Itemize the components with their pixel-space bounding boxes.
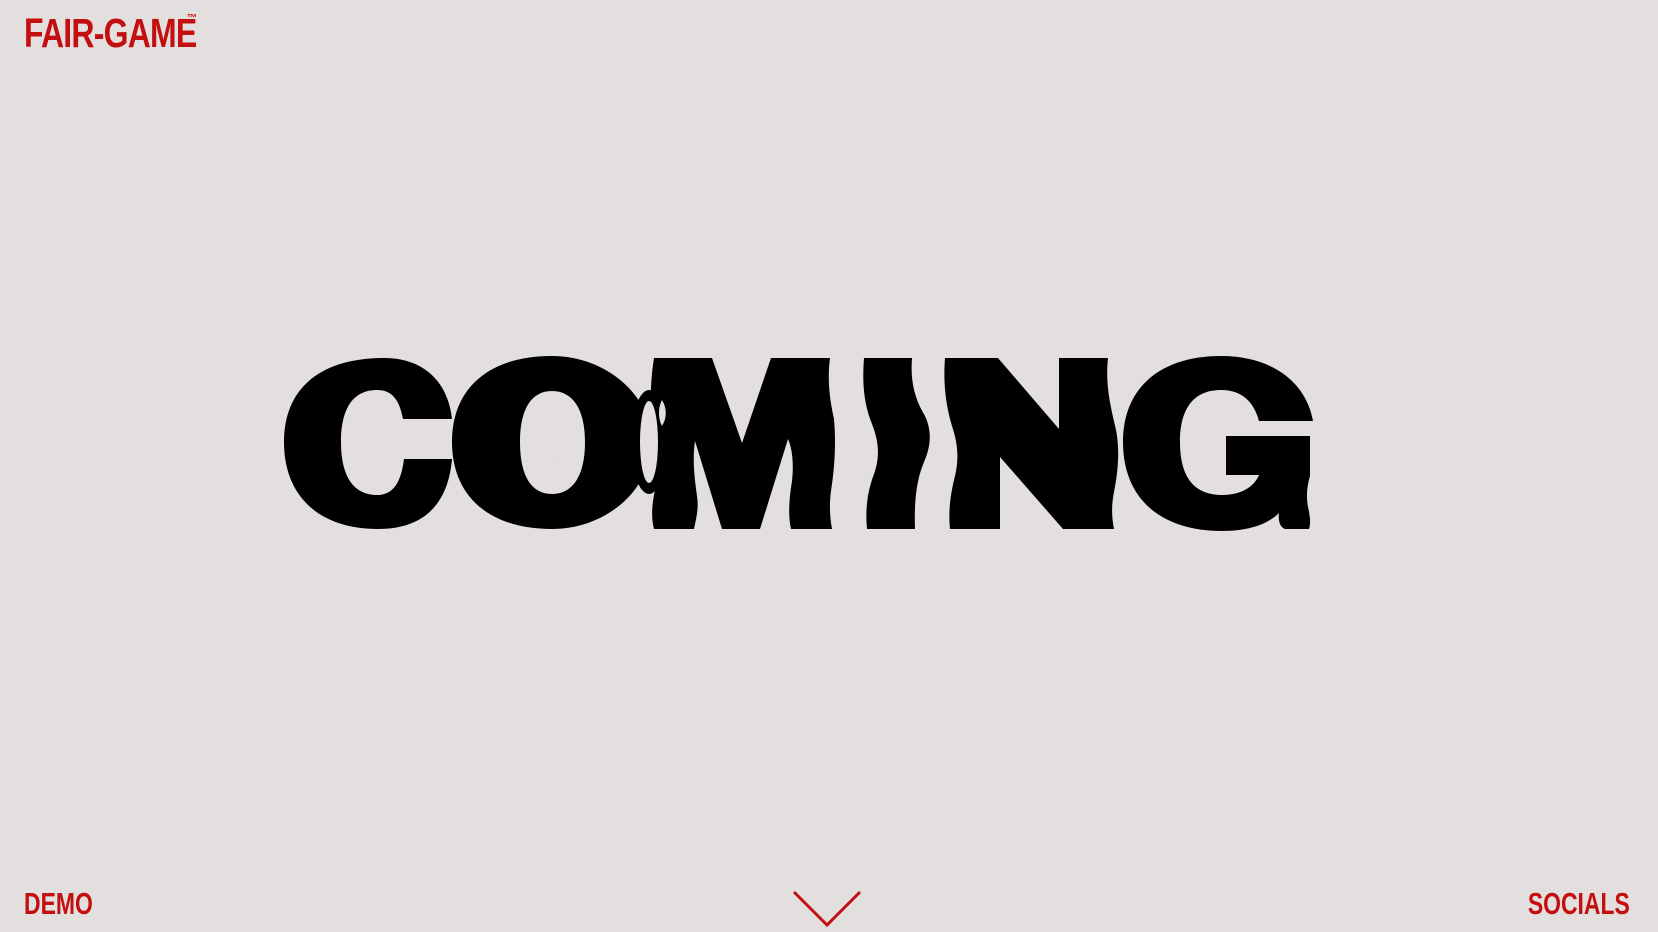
scroll-down-button[interactable] xyxy=(792,890,862,930)
brand-logo-link[interactable]: FAIR-GAME ™ xyxy=(24,12,245,54)
demo-link[interactable]: DEMO xyxy=(24,886,117,922)
chevron-down-icon xyxy=(792,890,862,928)
hero-section xyxy=(0,0,1658,932)
trademark-symbol: ™ xyxy=(187,13,197,24)
socials-link[interactable]: SOCIALS xyxy=(1492,886,1630,922)
brand-name: FAIR-GAME xyxy=(24,10,197,56)
socials-link-label: SOCIALS xyxy=(1528,886,1630,921)
hero-word-graphic xyxy=(284,356,1313,531)
hero-word-container xyxy=(282,346,1368,538)
demo-link-label: DEMO xyxy=(24,886,93,921)
